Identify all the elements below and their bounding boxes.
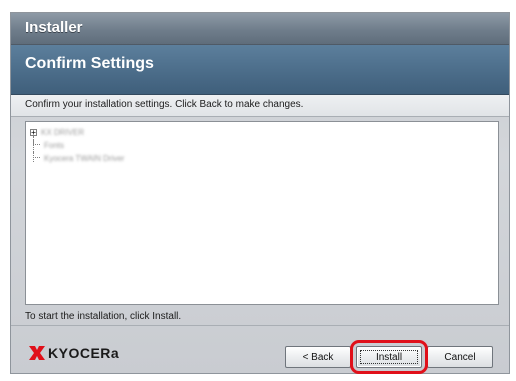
tree-branch <box>33 139 40 145</box>
tree-item-label: KX DRIVER <box>41 127 85 137</box>
kyocera-logo-icon <box>29 346 45 360</box>
page-title: Confirm Settings <box>25 55 154 72</box>
tree-item-label: Fonts <box>44 140 65 150</box>
tree-item-twain[interactable]: Kyocera TWAIN Driver <box>33 152 124 164</box>
install-highlight-ring <box>350 340 428 374</box>
installer-window: Installer Confirm Settings Confirm your … <box>10 12 510 374</box>
page-subtitle: Confirm your installation settings. Clic… <box>25 99 304 110</box>
tree-item-fonts[interactable]: Fonts <box>33 139 64 151</box>
header-banner: Confirm Settings <box>11 45 509 95</box>
tree-item-driver[interactable]: + KX DRIVER <box>30 126 84 138</box>
tree-branch <box>33 152 40 158</box>
title-bar: Installer <box>11 13 509 45</box>
tree-item-label: Kyocera TWAIN Driver <box>44 153 125 163</box>
kyocera-logo: KYOCERa <box>29 345 119 361</box>
settings-tree[interactable]: + KX DRIVER Fonts Kyocera TWAIN Driver <box>25 121 499 305</box>
back-button[interactable]: < Back <box>285 346 351 368</box>
subtitle-bar: Confirm your installation settings. Clic… <box>11 95 509 117</box>
footer-divider <box>11 325 509 326</box>
logo-text: KYOCERa <box>48 345 120 361</box>
window-title: Installer <box>25 19 83 36</box>
cancel-button[interactable]: Cancel <box>427 346 493 368</box>
install-hint: To start the installation, click Install… <box>25 311 182 322</box>
expand-icon[interactable]: + <box>30 128 37 136</box>
